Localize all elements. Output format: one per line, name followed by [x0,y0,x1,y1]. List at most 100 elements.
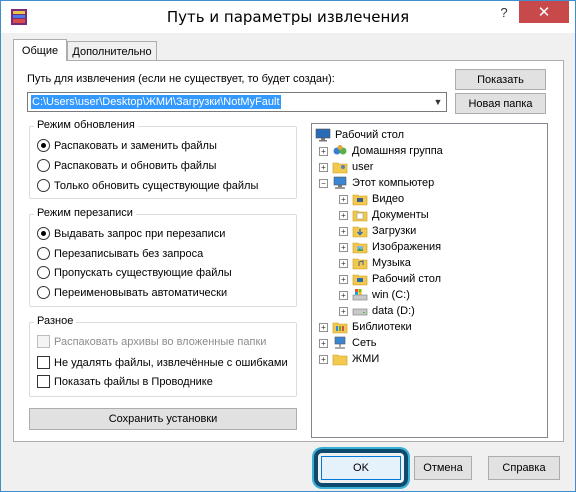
option-label: Перезаписывать без запроса [54,247,204,260]
homegroup-icon [333,145,347,155]
tree-item-video[interactable]: + Видео [339,191,404,207]
tree-item-pictures[interactable]: + Изображения [339,239,441,255]
update-mode-title: Режим обновления [34,119,138,131]
extraction-dialog: Путь и параметры извлечения ? ✕ Общие До… [0,0,576,492]
save-settings-button[interactable]: Сохранить установки [29,408,297,430]
path-combobox[interactable]: C:\Users\user\Desktop\ЖМИ\Загрузки\NotMy… [27,92,447,112]
radio[interactable] [37,266,50,279]
expand-icon[interactable]: + [339,242,348,252]
tree-item-libraries[interactable]: + Библиотеки [319,319,412,335]
downloads-folder-icon [352,226,368,238]
option-label: Выдавать запрос при перезаписи [54,227,226,240]
collapse-icon[interactable]: − [319,178,328,188]
option-label: Переименовывать автоматически [54,286,228,299]
misc-option-keep-broken[interactable]: Не удалять файлы, извлечённые с ошибками [37,356,288,369]
expand-icon[interactable]: + [319,354,328,364]
expand-icon[interactable]: + [339,226,348,236]
tree-item-this-pc[interactable]: − Этот компьютер [319,175,434,191]
cancel-button[interactable]: Отмена [414,456,472,480]
overwrite-option-ask[interactable]: Выдавать запрос при перезаписи [37,227,225,240]
music-folder-icon [352,258,368,270]
new-folder-button[interactable]: Новая папка [455,93,546,114]
tree-label: Домашняя группа [352,145,443,157]
option-label: Не удалять файлы, извлечённые с ошибками [54,356,288,369]
expand-icon[interactable]: + [339,274,348,284]
tree-label: Рабочий стол [372,273,442,285]
radio-selected[interactable] [37,227,50,240]
tree-label: user [352,161,374,173]
help-button[interactable]: Справка [488,456,560,480]
update-option-update[interactable]: Распаковать и обновить файлы [37,159,216,172]
tree-item-user[interactable]: + user [319,159,373,175]
tree-label: Рабочий стол [335,129,405,141]
chevron-down-icon[interactable]: ▼ [432,96,444,108]
tree-item-desktop[interactable]: Рабочий стол [315,127,404,143]
tree-item-documents[interactable]: + Документы [339,207,429,223]
expand-icon[interactable]: + [339,306,348,316]
expand-icon[interactable]: + [319,338,328,348]
option-label: Распаковать архивы во вложенные папки [54,335,267,348]
misc-option-nested-archives: Распаковать архивы во вложенные папки [37,335,266,348]
checkbox[interactable] [37,356,50,369]
libraries-icon [332,322,348,334]
overwrite-option-skip[interactable]: Пропускать существующие файлы [37,266,232,279]
overwrite-option-rename[interactable]: Переименовывать автоматически [37,286,227,299]
overwrite-mode-title: Режим перезаписи [34,207,136,219]
tab-general[interactable]: Общие [13,39,67,61]
close-button[interactable]: ✕ [519,1,569,23]
path-input-value[interactable]: C:\Users\user\Desktop\ЖМИ\Загрузки\NotMy… [31,95,281,109]
option-label: Показать файлы в Проводнике [54,375,213,388]
update-option-existing-only[interactable]: Только обновить существующие файлы [37,179,258,192]
tree-item-drive-d[interactable]: + data (D:) [339,303,415,319]
tree-label: win (C:) [372,289,410,301]
tree-item-drive-c[interactable]: + win (C:) [339,287,410,303]
option-label: Пропускать существующие файлы [54,266,232,279]
user-folder-icon [332,162,348,174]
tab-advanced[interactable]: Дополнительно [67,41,157,61]
option-label: Только обновить существующие файлы [54,179,259,192]
tree-label: ЖМИ [352,353,380,365]
expand-icon[interactable]: + [339,290,348,300]
tree-label: Изображения [372,241,442,253]
tree-item-homegroup[interactable]: + Домашняя группа [319,143,443,159]
checkbox-disabled [37,335,50,348]
tree-label: Библиотеки [352,321,412,333]
radio[interactable] [37,286,50,299]
tree-label: data (D:) [372,305,415,317]
pictures-folder-icon [352,242,368,254]
expand-icon[interactable]: + [339,258,348,268]
system-drive-icon [352,289,368,301]
radio[interactable] [37,247,50,260]
desktop-icon [315,128,331,142]
expand-icon[interactable]: + [319,322,328,332]
computer-icon [333,176,347,189]
overwrite-option-no-prompt[interactable]: Перезаписывать без запроса [37,247,203,260]
folder-tree[interactable]: Рабочий стол + Домашняя группа + user − … [311,123,548,438]
tree-label: Документы [372,209,429,221]
update-option-replace[interactable]: Распаковать и заменить файлы [37,139,217,152]
path-label: Путь для извлечения (если не существует,… [27,73,335,85]
expand-icon[interactable]: + [319,146,328,156]
radio-selected[interactable] [37,139,50,152]
tree-item-downloads[interactable]: + Загрузки [339,223,416,239]
ok-button[interactable]: OK [321,456,401,480]
checkbox[interactable] [37,375,50,388]
expand-icon[interactable]: + [319,162,328,172]
misc-option-show-in-explorer[interactable]: Показать файлы в Проводнике [37,375,213,388]
tree-item-music[interactable]: + Музыка [339,255,411,271]
video-folder-icon [352,194,368,206]
tree-item-jmi[interactable]: + ЖМИ [319,351,379,367]
radio[interactable] [37,179,50,192]
tree-item-network[interactable]: + Сеть [319,335,376,351]
tree-label: Сеть [352,337,377,349]
radio[interactable] [37,159,50,172]
title-bar[interactable]: Путь и параметры извлечения ? ✕ [1,1,575,33]
tree-item-desktop-folder[interactable]: + Рабочий стол [339,271,441,287]
tree-label: Этот компьютер [352,177,435,189]
expand-icon[interactable]: + [339,194,348,204]
documents-folder-icon [352,210,368,222]
expand-icon[interactable]: + [339,210,348,220]
help-title-button[interactable]: ? [493,2,515,23]
desktop-folder-icon [352,274,368,286]
show-button[interactable]: Показать [455,69,546,90]
